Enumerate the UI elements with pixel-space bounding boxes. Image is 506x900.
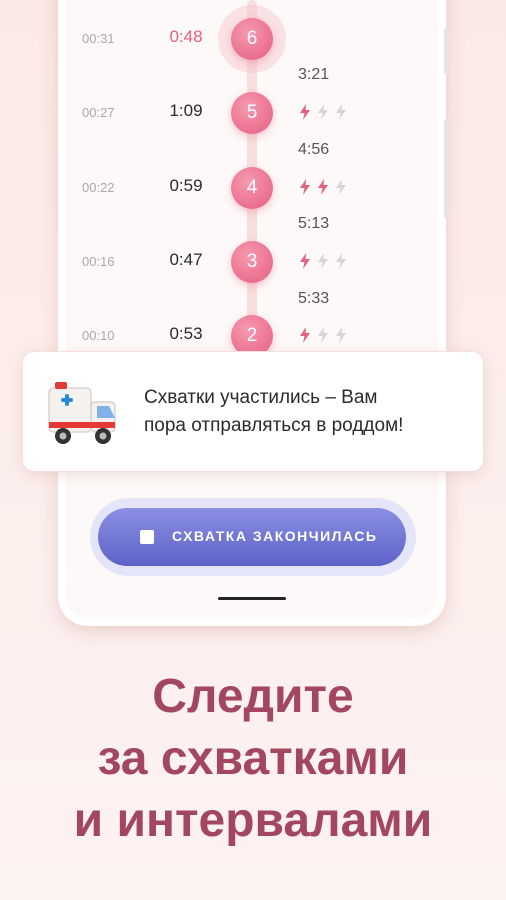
lightning-icon [318,179,328,195]
promo-headline: Следите за схватками и интервалами [0,666,506,852]
headline-line: и интервалами [73,794,433,847]
intensity-indicator [298,178,348,196]
contraction-duration: 0:53 [169,324,203,343]
lightning-icon [300,253,310,269]
contraction-time: 00:27 [82,105,115,120]
contraction-row[interactable]: 00:31 0:48 6 [66,5,438,73]
lightning-icon [336,253,346,269]
contraction-time: 00:22 [82,180,115,195]
contraction-time: 00:31 [82,31,115,46]
lightning-icon [318,327,328,343]
interval-label: 4:56 [298,141,330,158]
contraction-row[interactable]: 00:27 1:09 5 [66,92,438,134]
contraction-row[interactable]: 00:16 0:47 3 [66,241,438,283]
contraction-row[interactable]: 00:22 0:59 4 [66,167,438,209]
lightning-icon [318,104,328,120]
lightning-icon [300,327,310,343]
intensity-indicator [298,103,348,121]
contraction-number-badge: 3 [231,241,273,283]
contraction-number-badge: 4 [231,167,273,209]
contraction-time: 00:10 [82,328,115,343]
contraction-duration: 0:59 [169,176,203,195]
contraction-duration: 1:09 [169,101,203,120]
interval-label: 5:33 [298,290,330,307]
headline-line: Следите [152,670,354,723]
intensity-indicator [298,326,348,344]
lightning-icon [336,327,346,343]
headline-line: за схватками [97,732,409,785]
phone-side-button [444,120,448,218]
intensity-indicator [298,252,348,270]
phone-side-button [444,28,448,74]
interval-label: 3:21 [298,66,330,83]
lightning-icon [336,179,346,195]
end-contraction-label: СХВАТКА ЗАКОНЧИЛАСЬ [172,528,378,544]
lightning-icon [336,104,346,120]
stop-icon [140,530,154,544]
contraction-row[interactable]: 00:10 0:53 2 [66,315,438,357]
contraction-number-badge: 5 [231,92,273,134]
contraction-duration: 0:47 [169,250,203,269]
end-contraction-button[interactable]: СХВАТКА ЗАКОНЧИЛАСЬ [98,508,406,566]
notification-line: пора отправляться в роддом! [144,415,404,436]
interval-label: 5:13 [298,215,330,232]
notification-text: Схватки участились – Вам пора отправлять… [144,384,474,440]
lightning-icon [300,104,310,120]
home-indicator[interactable] [218,597,286,600]
contraction-time: 00:16 [82,254,115,269]
lightning-icon [300,179,310,195]
ambulance-icon [48,382,116,444]
contraction-duration: 0:48 [169,27,203,46]
contraction-number-badge: 6 [231,18,273,60]
notification-line: Схватки участились – Вам [144,387,378,408]
lightning-icon [318,253,328,269]
notification-card[interactable]: Схватки участились – Вам пора отправлять… [22,351,484,472]
